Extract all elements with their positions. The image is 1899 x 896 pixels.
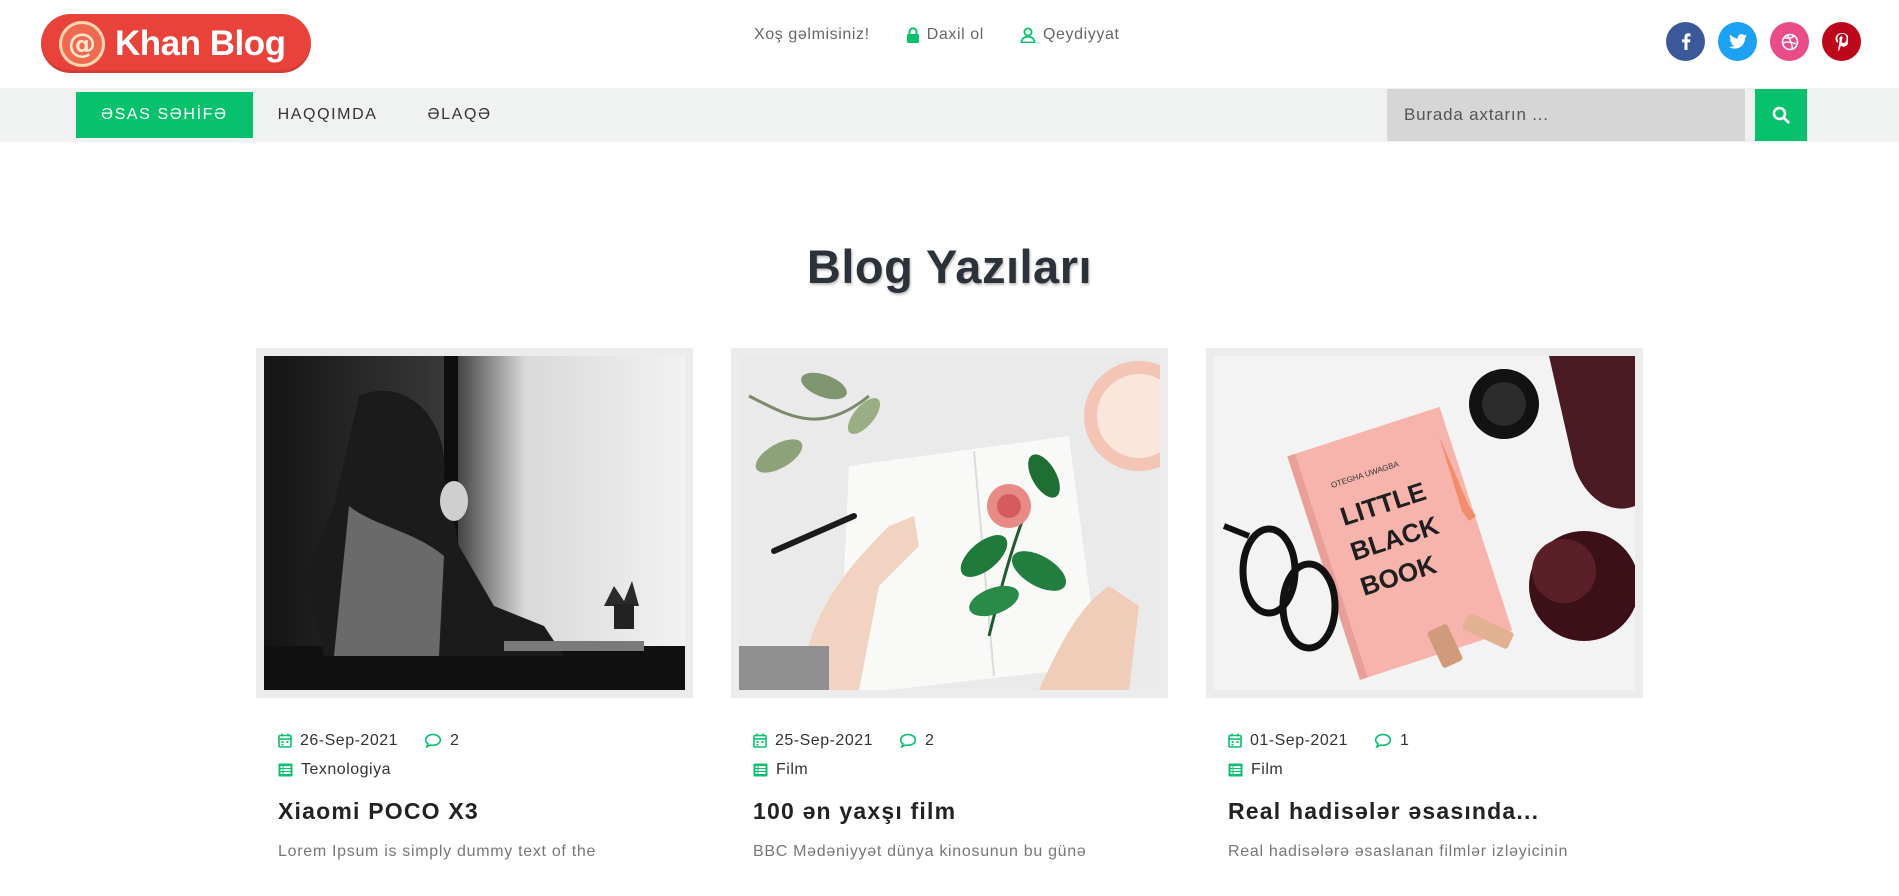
post-comments[interactable]: 2: [899, 732, 934, 750]
post-comments-count: 2: [450, 731, 460, 749]
search-button[interactable]: [1755, 89, 1807, 141]
post-thumbnail-frame[interactable]: [256, 348, 693, 698]
comment-icon: [1374, 733, 1392, 748]
post-category-text: Film: [1251, 760, 1284, 778]
post-excerpt: Real hadisələrə əsaslanan filmlər izləyi…: [1228, 843, 1569, 860]
post-list: 26-Sep-2021 2 Texnologiya Xiaomi POCO X3…: [256, 348, 1643, 861]
social-links: [1653, 22, 1861, 61]
list-icon: [753, 763, 768, 776]
nav-menu: ƏSAS SƏHİFƏ HAQQIMDA ƏLAQƏ: [76, 92, 517, 138]
flower-drawing-photo[interactable]: [739, 356, 1160, 690]
post-date: 25-Sep-2021: [753, 732, 873, 750]
post-title[interactable]: Real hadisələr əsasında...: [1206, 784, 1643, 825]
post-comments-count: 1: [1400, 731, 1410, 749]
calendar-icon: [1228, 733, 1242, 748]
post-comments[interactable]: 2: [424, 732, 459, 750]
post-category[interactable]: Film: [753, 761, 808, 779]
post-date-text: 26-Sep-2021: [300, 731, 399, 749]
top-header: @ Khan Blog Xoş gəlmisiniz! Daxil ol Qey…: [0, 0, 1899, 88]
post-date-text: 25-Sep-2021: [775, 731, 874, 749]
post-thumbnail-frame[interactable]: LITTLE BLACK BOOK OTEGHA UWAGBA: [1206, 348, 1643, 698]
post-category-text: Texnologiya: [301, 760, 391, 778]
post-title[interactable]: 100 ən yaxşı film: [731, 784, 1168, 825]
post-date: 01-Sep-2021: [1228, 732, 1348, 750]
pinterest-icon: [1835, 32, 1848, 51]
search-icon: [1772, 106, 1790, 124]
page-title: Blog Yazıları: [806, 240, 1093, 293]
user-icon: [1020, 27, 1036, 43]
post-excerpt: Lorem Ipsum is simply dummy text of the: [278, 843, 597, 860]
post-category-text: Film: [776, 760, 809, 778]
post-category-row: Film: [753, 755, 1168, 784]
post-meta-row: 25-Sep-2021 2: [753, 726, 1168, 755]
dribbble-icon: [1781, 33, 1798, 50]
lock-icon: [906, 27, 919, 43]
post-date: 26-Sep-2021: [278, 732, 398, 750]
register-link[interactable]: Qeydiyyat: [1020, 26, 1120, 44]
post-meta: 26-Sep-2021 2 Texnologiya: [256, 698, 693, 784]
nav-item-about[interactable]: HAQQIMDA: [253, 92, 403, 138]
post-meta-row: 01-Sep-2021 1: [1228, 726, 1643, 755]
post-thumbnail-frame[interactable]: [731, 348, 1168, 698]
post-meta: 01-Sep-2021 1 Film: [1206, 698, 1643, 784]
post-comments-count: 2: [925, 731, 935, 749]
welcome-label: Xoş gəlmisiniz!: [754, 26, 870, 43]
welcome-text: Xoş gəlmisiniz!: [754, 26, 870, 44]
post-category[interactable]: Film: [1228, 761, 1283, 779]
post-category-row: Film: [1228, 755, 1643, 784]
post-card[interactable]: 26-Sep-2021 2 Texnologiya Xiaomi POCO X3…: [256, 348, 693, 861]
twitter-button[interactable]: [1718, 22, 1757, 61]
comment-icon: [424, 733, 442, 748]
twitter-icon: [1728, 34, 1747, 49]
post-category-row: Texnologiya: [278, 755, 693, 784]
login-link[interactable]: Daxil ol: [906, 26, 984, 44]
facebook-icon: [1681, 33, 1690, 50]
nav-item-home[interactable]: ƏSAS SƏHİFƏ: [76, 92, 253, 138]
post-card[interactable]: LITTLE BLACK BOOK OTEGHA UWAGBA 01-Sep-2…: [1206, 348, 1643, 861]
post-excerpt: BBC Mədəniyyət dünya kinosunun bu günə: [753, 843, 1087, 860]
calendar-icon: [753, 733, 767, 748]
dribbble-button[interactable]: [1770, 22, 1809, 61]
post-date-text: 01-Sep-2021: [1250, 731, 1349, 749]
header-links: Xoş gəlmisiniz! Daxil ol Qeydiyyat: [754, 26, 1120, 44]
pinterest-button[interactable]: [1822, 22, 1861, 61]
calendar-icon: [278, 733, 292, 748]
search-input[interactable]: [1387, 89, 1745, 141]
post-comments[interactable]: 1: [1374, 732, 1409, 750]
list-icon: [1228, 763, 1243, 776]
login-label: Daxil ol: [926, 26, 984, 43]
post-card[interactable]: 25-Sep-2021 2 Film 100 ən yaxşı film BBC…: [731, 348, 1168, 861]
main-nav: ƏSAS SƏHİFƏ HAQQIMDA ƏLAQƏ: [0, 88, 1899, 142]
logo-at-icon: @: [59, 20, 105, 67]
nav-item-contact[interactable]: ƏLAQƏ: [403, 92, 517, 138]
post-title[interactable]: Xiaomi POCO X3: [256, 784, 693, 825]
post-meta: 25-Sep-2021 2 Film: [731, 698, 1168, 784]
woman-laptop-photo[interactable]: [264, 356, 685, 690]
register-label: Qeydiyyat: [1042, 26, 1120, 43]
comment-icon: [899, 733, 917, 748]
brand-name: Khan Blog: [115, 23, 286, 63]
little-black-book-photo[interactable]: LITTLE BLACK BOOK OTEGHA UWAGBA: [1214, 356, 1635, 690]
post-category[interactable]: Texnologiya: [278, 761, 391, 779]
list-icon: [278, 763, 293, 776]
post-meta-row: 26-Sep-2021 2: [278, 726, 693, 755]
brand-logo[interactable]: @ Khan Blog: [41, 14, 311, 73]
facebook-button[interactable]: [1666, 22, 1705, 61]
